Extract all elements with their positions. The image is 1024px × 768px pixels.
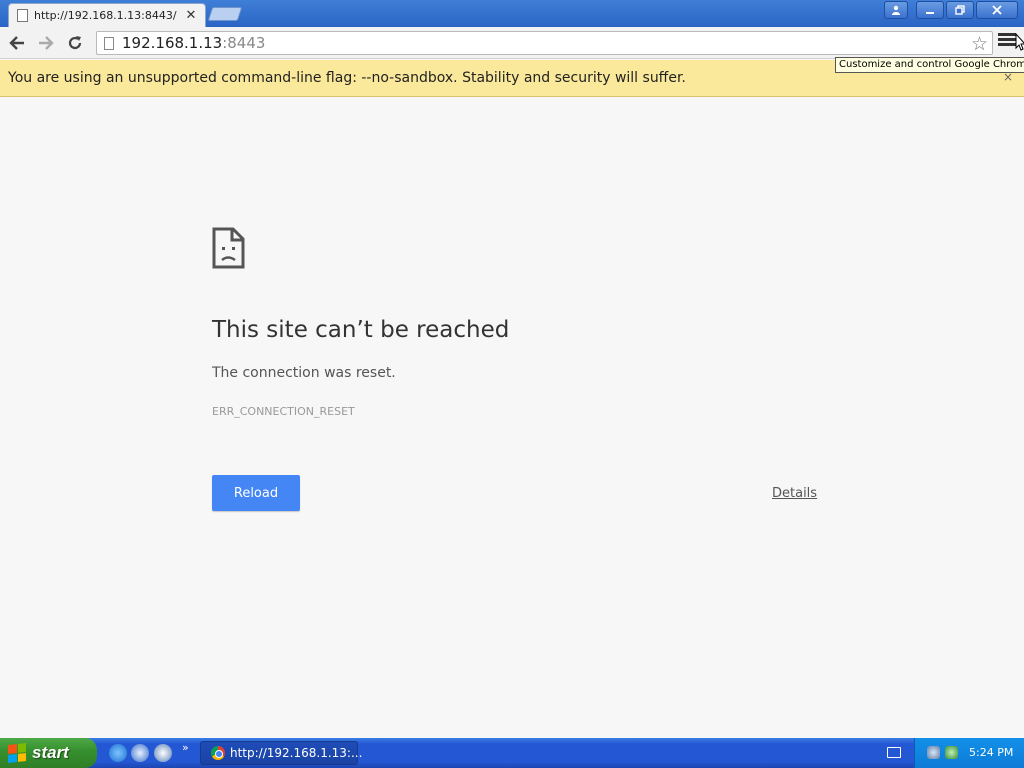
keyboard-icon[interactable] [887,747,901,758]
tab-close-icon[interactable]: ✕ [185,8,197,23]
close-window-button[interactable] [976,1,1018,19]
new-tab-button[interactable] [207,7,243,21]
windows-logo-icon [8,743,26,763]
window-controls [884,1,1018,19]
address-bar[interactable]: 192.168.1.13 :8443 ☆ [96,31,993,55]
browser-tab[interactable]: http://192.168.1.13:8443/ ✕ [8,3,206,27]
address-port: :8443 [222,34,266,52]
error-code: ERR_CONNECTION_RESET [212,405,355,418]
sad-page-icon [212,227,245,269]
menu-tooltip: Customize and control Google Chrome [835,57,1024,73]
reload-icon[interactable] [64,32,86,54]
system-tray: 5:24 PM [914,738,1024,768]
media-player-icon[interactable] [154,744,172,762]
windows-taskbar: start » http://192.168.1.13:... 5:24 PM [0,738,1024,768]
hamburger-menu-icon[interactable] [998,33,1016,51]
page-icon [104,36,114,50]
security-shield-icon[interactable] [945,746,958,759]
star-icon[interactable]: ☆ [971,33,988,55]
forward-arrow-icon[interactable] [35,32,57,54]
chrome-icon [211,746,225,760]
error-headline: This site can’t be reached [212,317,510,343]
profile-icon[interactable] [884,1,908,19]
desktop-icon[interactable] [131,744,149,762]
details-link[interactable]: Details [772,486,817,501]
infobar-message: You are using an unsupported command-lin… [8,70,686,86]
task-label: http://192.168.1.13:... [230,746,363,760]
restore-button[interactable] [946,1,974,19]
page-icon [17,9,28,22]
minimize-button[interactable] [916,1,944,19]
taskbar-chrome-window[interactable]: http://192.168.1.13:... [200,741,362,765]
tray-clock: 5:24 PM [969,746,1014,759]
start-button[interactable]: start [0,738,97,768]
browser-titlebar: http://192.168.1.13:8443/ ✕ [0,0,1024,27]
reload-button[interactable]: Reload [212,475,300,511]
quicklaunch-more-icon[interactable]: » [182,741,189,754]
tab-title: http://192.168.1.13:8443/ [34,9,177,22]
back-arrow-icon[interactable] [6,32,28,54]
network-icon[interactable] [927,746,940,759]
error-description: The connection was reset. [212,365,396,381]
error-page: This site can’t be reached The connectio… [0,97,1024,738]
address-host: 192.168.1.13 [122,34,223,52]
mouse-cursor-icon [1015,33,1024,51]
internet-explorer-icon[interactable] [109,744,127,762]
start-label: start [32,743,69,762]
browser-toolbar: 192.168.1.13 :8443 ☆ [0,27,1024,59]
